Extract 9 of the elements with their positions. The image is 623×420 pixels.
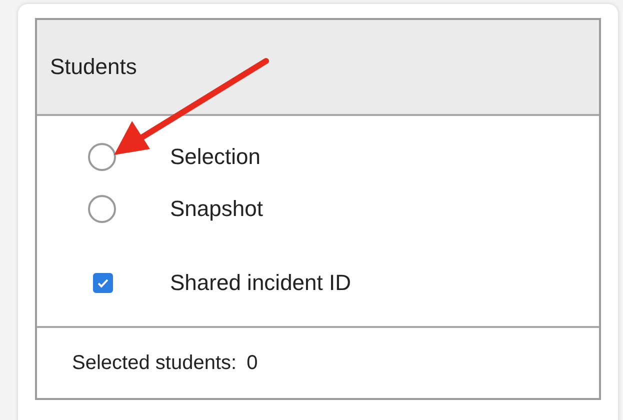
radio-button[interactable] bbox=[88, 143, 116, 171]
selected-count-value: 0 bbox=[246, 352, 258, 374]
option-label: Shared incident ID bbox=[170, 270, 351, 296]
checkbox[interactable] bbox=[93, 273, 113, 293]
panel-title: Students bbox=[50, 54, 137, 80]
selected-count-label: Selected students: bbox=[72, 352, 237, 374]
option-label: Snapshot bbox=[170, 196, 263, 222]
option-label: Selection bbox=[170, 144, 261, 170]
radio-button[interactable] bbox=[88, 195, 116, 223]
